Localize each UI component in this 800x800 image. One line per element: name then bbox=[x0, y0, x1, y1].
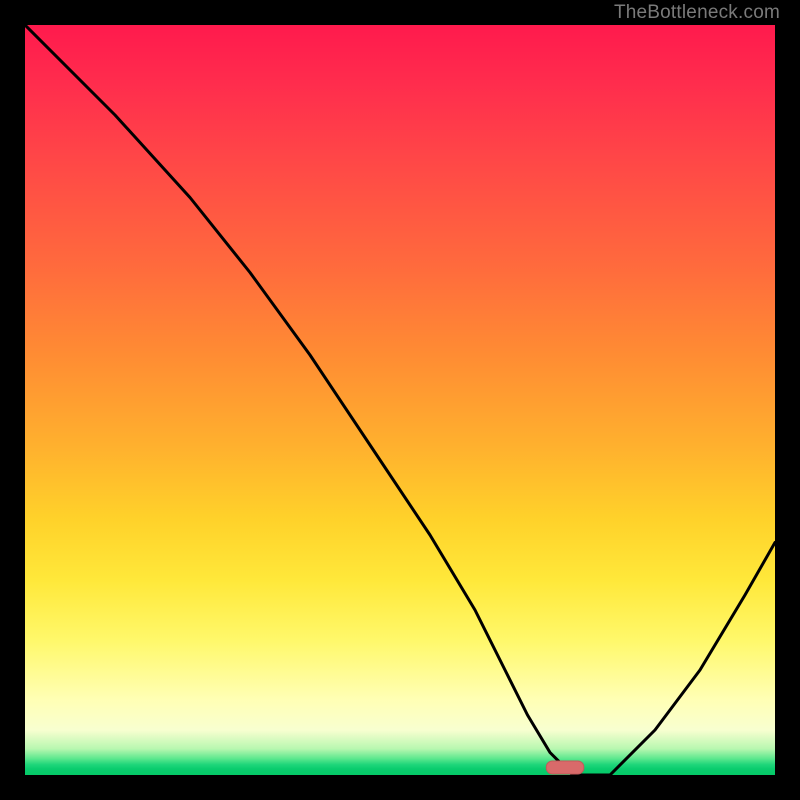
curve-layer bbox=[25, 25, 775, 775]
chart-frame: TheBottleneck.com bbox=[0, 0, 800, 800]
plot-area bbox=[25, 25, 775, 775]
bottleneck-curve bbox=[25, 25, 775, 775]
highlight-marker bbox=[546, 761, 584, 774]
watermark-text: TheBottleneck.com bbox=[614, 2, 780, 24]
